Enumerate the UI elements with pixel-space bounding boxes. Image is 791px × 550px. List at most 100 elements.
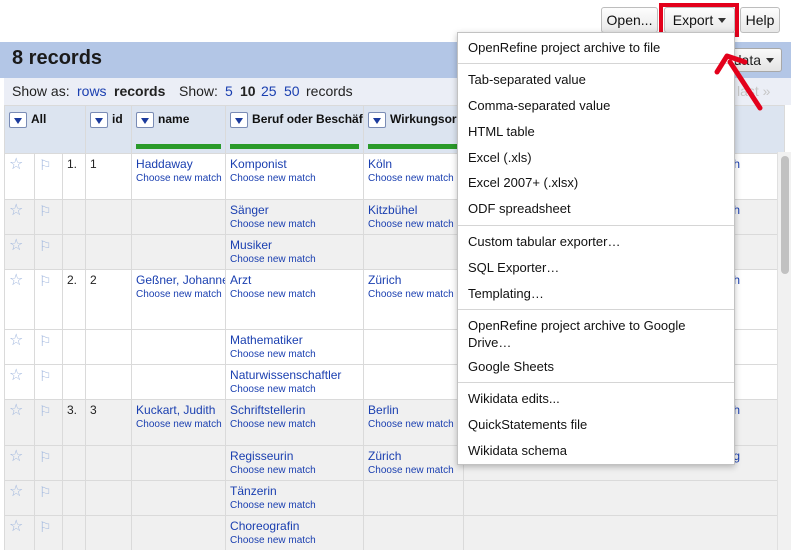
star-cell[interactable]: ☆ (4, 153, 35, 200)
choose-new-match-link[interactable]: Choose new match (368, 465, 459, 477)
choose-new-match-link[interactable]: Choose new match (136, 173, 222, 185)
star-cell[interactable]: ☆ (4, 445, 35, 481)
menu-item-excel-xls[interactable]: Excel (.xls) (468, 150, 532, 165)
flag-cell[interactable]: ⚐ (34, 199, 63, 235)
wirkungsort-value[interactable]: Berlin (368, 403, 459, 417)
beruf-value[interactable]: Tänzerin (230, 484, 359, 498)
column-header-beruf[interactable]: Beruf oder Beschäf (225, 105, 365, 154)
menu-item-wikidata-edits[interactable]: Wikidata edits... (468, 391, 560, 406)
star-icon[interactable]: ☆ (9, 518, 23, 535)
menu-item-templating[interactable]: Templating… (468, 286, 544, 301)
flag-icon[interactable]: ⚐ (39, 203, 52, 219)
flag-icon[interactable]: ⚐ (39, 333, 52, 349)
wirkungsort-value[interactable]: Zürich (368, 273, 459, 287)
star-icon[interactable]: ☆ (9, 402, 23, 419)
wirkungsort-value[interactable]: Kitzbühel (368, 203, 459, 217)
flag-cell[interactable]: ⚐ (34, 399, 63, 446)
flag-cell[interactable]: ⚐ (34, 445, 63, 481)
star-cell[interactable]: ☆ (4, 234, 35, 270)
choose-new-match-link[interactable]: Choose new match (230, 500, 359, 512)
menu-item-sql-exporter[interactable]: SQL Exporter… (468, 260, 559, 275)
beruf-value[interactable]: Naturwissenschaftler (230, 368, 359, 382)
wirkungsort-value[interactable]: Köln (368, 157, 459, 171)
choose-new-match-link[interactable]: Choose new match (230, 289, 359, 301)
flag-icon[interactable]: ⚐ (39, 449, 52, 465)
name-value[interactable]: Geßner, Johannes (136, 273, 225, 287)
menu-item-custom-tabular[interactable]: Custom tabular exporter… (468, 234, 620, 249)
column-header-id[interactable]: id (85, 105, 133, 154)
chevron-down-icon[interactable] (90, 112, 109, 128)
flag-cell[interactable]: ⚐ (34, 269, 63, 330)
flag-icon[interactable]: ⚐ (39, 238, 52, 254)
column-header-all[interactable]: All (4, 105, 87, 154)
choose-new-match-link[interactable]: Choose new match (368, 219, 459, 231)
open-button[interactable]: Open... (601, 7, 658, 33)
column-header-wirkungsort[interactable]: Wirkungsor (363, 105, 465, 154)
choose-new-match-link[interactable]: Choose new match (368, 419, 459, 431)
column-header-name[interactable]: name (131, 105, 227, 154)
beruf-value[interactable]: Choreografin (230, 519, 359, 533)
page-size-5[interactable]: 5 (225, 83, 233, 99)
choose-new-match-link[interactable]: Choose new match (230, 173, 359, 185)
beruf-value[interactable]: Musiker (230, 238, 359, 252)
menu-item-csv[interactable]: Comma-separated value (468, 98, 610, 113)
flag-cell[interactable]: ⚐ (34, 329, 63, 365)
star-icon[interactable]: ☆ (9, 332, 23, 349)
help-button[interactable]: Help (740, 7, 780, 33)
choose-new-match-link[interactable]: Choose new match (230, 465, 359, 477)
beruf-value[interactable]: Komponist (230, 157, 359, 171)
menu-item-tsv[interactable]: Tab-separated value (468, 72, 586, 87)
star-cell[interactable]: ☆ (4, 199, 35, 235)
vertical-scrollbar[interactable] (777, 152, 791, 550)
star-icon[interactable]: ☆ (9, 272, 23, 289)
menu-item-odf[interactable]: ODF spreadsheet (468, 201, 571, 216)
menu-item-google-sheets[interactable]: Google Sheets (468, 359, 554, 374)
menu-item-html-table[interactable]: HTML table (468, 124, 535, 139)
star-cell[interactable]: ☆ (4, 329, 35, 365)
star-cell[interactable]: ☆ (4, 364, 35, 400)
wirkungsort-value[interactable]: Zürich (368, 449, 459, 463)
choose-new-match-link[interactable]: Choose new match (368, 289, 459, 301)
beruf-value[interactable]: Schriftstellerin (230, 403, 359, 417)
choose-new-match-link[interactable]: Choose new match (368, 173, 459, 185)
chevron-down-icon[interactable] (230, 112, 249, 128)
flag-icon[interactable]: ⚐ (39, 157, 52, 173)
flag-cell[interactable]: ⚐ (34, 515, 63, 550)
flag-cell[interactable]: ⚐ (34, 234, 63, 270)
name-value[interactable]: Kuckart, Judith (136, 403, 221, 417)
scrollbar-thumb[interactable] (781, 156, 789, 274)
star-cell[interactable]: ☆ (4, 399, 35, 446)
star-icon[interactable]: ☆ (9, 156, 23, 173)
choose-new-match-link[interactable]: Choose new match (230, 254, 359, 266)
star-icon[interactable]: ☆ (9, 367, 23, 384)
flag-icon[interactable]: ⚐ (39, 519, 52, 535)
star-icon[interactable]: ☆ (9, 448, 23, 465)
star-cell[interactable]: ☆ (4, 515, 35, 550)
choose-new-match-link[interactable]: Choose new match (136, 419, 222, 431)
rows-mode-link[interactable]: rows (77, 83, 107, 99)
choose-new-match-link[interactable]: Choose new match (136, 289, 222, 301)
flag-cell[interactable]: ⚐ (34, 364, 63, 400)
name-value[interactable]: Haddaway (136, 157, 221, 171)
choose-new-match-link[interactable]: Choose new match (230, 419, 359, 431)
chevron-down-icon[interactable] (368, 112, 387, 128)
beruf-value[interactable]: Sänger (230, 203, 359, 217)
choose-new-match-link[interactable]: Choose new match (230, 219, 359, 231)
beruf-value[interactable]: Mathematiker (230, 333, 359, 347)
flag-cell[interactable]: ⚐ (34, 480, 63, 516)
page-size-50[interactable]: 50 (284, 83, 300, 99)
star-icon[interactable]: ☆ (9, 237, 23, 254)
flag-icon[interactable]: ⚐ (39, 368, 52, 384)
star-cell[interactable]: ☆ (4, 480, 35, 516)
chevron-down-icon[interactable] (9, 112, 27, 128)
beruf-value[interactable]: Regisseurin (230, 449, 359, 463)
flag-icon[interactable]: ⚐ (39, 484, 52, 500)
star-cell[interactable]: ☆ (4, 269, 35, 330)
beruf-value[interactable]: Arzt (230, 273, 359, 287)
choose-new-match-link[interactable]: Choose new match (230, 349, 359, 361)
choose-new-match-link[interactable]: Choose new match (230, 535, 359, 547)
chevron-down-icon[interactable] (136, 112, 155, 128)
menu-item-google-drive[interactable]: OpenRefine project archive to Google Driv… (468, 318, 686, 350)
menu-item-wikidata-schema[interactable]: Wikidata schema (468, 443, 567, 458)
flag-icon[interactable]: ⚐ (39, 403, 52, 419)
